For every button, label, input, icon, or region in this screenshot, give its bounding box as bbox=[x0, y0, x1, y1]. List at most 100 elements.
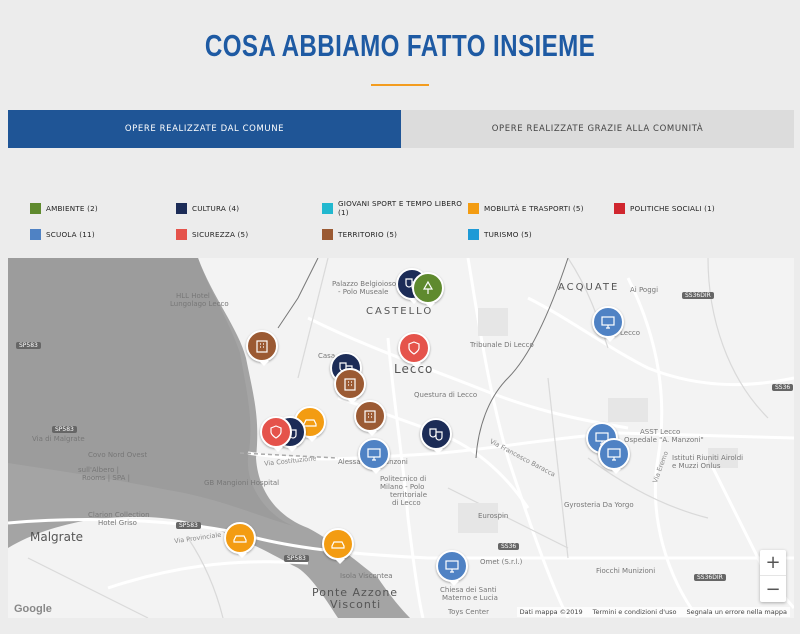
road-shield-sp583: SP583 bbox=[16, 342, 41, 349]
shield-icon bbox=[408, 341, 420, 355]
map-marker-mobilita[interactable] bbox=[224, 522, 256, 558]
map-attribution: Dati mappa ©2019 Termini e condizioni d'… bbox=[516, 607, 790, 617]
map-marker-scuola[interactable] bbox=[592, 306, 624, 342]
map-marker-scuola[interactable] bbox=[598, 438, 630, 474]
map-label-gb-mangioni: GB Mangioni Hospital bbox=[204, 479, 280, 487]
map-label-gyrosteria: Gyrosteria Da Yorgo bbox=[564, 501, 634, 509]
monitor-icon bbox=[367, 448, 381, 461]
map-marker-scuola[interactable] bbox=[436, 550, 468, 586]
road-shield-sp583-2: SP583 bbox=[52, 426, 77, 433]
map-marker-territorio[interactable] bbox=[246, 330, 278, 366]
map-label-di-lecco: di Lecco bbox=[392, 499, 421, 507]
map-label-ospedale: Ospedale "A. Manzoni" bbox=[624, 436, 704, 444]
map-label-questura: Questura di Lecco bbox=[414, 391, 478, 399]
map-marker-cultura[interactable] bbox=[420, 418, 452, 454]
legend-swatch bbox=[322, 202, 333, 214]
map-marker-territorio[interactable] bbox=[334, 368, 366, 404]
map-label-covo: Covo Nord Ovest bbox=[88, 451, 148, 459]
monitor-icon bbox=[607, 448, 621, 461]
zoom-in-button[interactable]: + bbox=[760, 550, 786, 576]
map-marker-mobilita[interactable] bbox=[322, 528, 354, 564]
map-label-rooms: Rooms | SPA | bbox=[82, 474, 130, 482]
map-label-lecco-small: Lecco bbox=[620, 329, 641, 337]
legend-swatch bbox=[322, 228, 333, 240]
map-marker-territorio[interactable] bbox=[354, 400, 386, 436]
map-label-isola: Isola Viscontea bbox=[340, 572, 393, 580]
legend-swatch bbox=[468, 228, 479, 240]
legend-territorio[interactable]: TERRITORIO (5) bbox=[322, 228, 468, 240]
map[interactable]: CASTELLO ACQUATE Lecco Malgrate Ponte Az… bbox=[8, 258, 794, 618]
map-label-poggi: Ai Poggi bbox=[630, 286, 659, 294]
map-label-lungolago: Lungolago Lecco bbox=[170, 300, 229, 308]
map-label-polo-museale: - Polo Museale bbox=[338, 288, 389, 296]
map-label-tribunale: Tribunale Di Lecco bbox=[470, 341, 534, 349]
road-shield-sp583-3: SP583 bbox=[176, 522, 201, 529]
map-label-eurospin: Eurospin bbox=[478, 512, 509, 520]
map-label-visconti: Visconti bbox=[330, 598, 382, 611]
zoom-out-button[interactable]: − bbox=[760, 576, 786, 602]
map-label-toys: Toys Center bbox=[448, 608, 489, 616]
legend-swatch bbox=[30, 228, 41, 240]
building-icon bbox=[364, 410, 376, 423]
map-label-palazzo: Palazzo Belgioioso bbox=[332, 280, 397, 288]
google-logo: Google bbox=[14, 603, 52, 615]
legend-giovani[interactable]: GIOVANI SPORT E TEMPO LIBERO (1) bbox=[322, 199, 468, 217]
map-label-chiesa: Chiesa dei Santi bbox=[440, 586, 497, 594]
map-label-omet: Omet (S.r.l.) bbox=[480, 558, 523, 566]
legend-swatch bbox=[614, 202, 625, 214]
map-label-fiocchi: Fiocchi Munizioni bbox=[596, 567, 656, 575]
legend-scuola[interactable]: SCUOLA (11) bbox=[30, 228, 176, 240]
map-label-muzzi: e Muzzi Onlus bbox=[672, 462, 721, 470]
map-label-hll-hotel: HLL Hotel bbox=[176, 292, 210, 300]
tab-opere-comune[interactable]: OPERE REALIZZATE DAL COMUNE bbox=[8, 110, 401, 148]
map-label-castello: CASTELLO bbox=[366, 306, 434, 317]
page-title: COSA ABBIAMO FATTO INSIEME bbox=[204, 28, 596, 63]
legend-swatch bbox=[468, 202, 479, 214]
map-label-asst: ASST Lecco bbox=[640, 428, 681, 436]
building-icon bbox=[256, 340, 268, 353]
legend-mobilita[interactable]: MOBILITÀ E TRASPORTI (5) bbox=[468, 202, 614, 214]
map-label-acquate: ACQUATE bbox=[558, 282, 620, 293]
legend-politiche-sociali[interactable]: POLITICHE SOCIALI (1) bbox=[614, 202, 760, 214]
road-shield-sp583-4: SP583 bbox=[284, 555, 309, 562]
building-icon bbox=[344, 378, 356, 391]
tab-bar: OPERE REALIZZATE DAL COMUNE OPERE REALIZ… bbox=[8, 110, 794, 148]
map-marker-sicurezza[interactable] bbox=[398, 332, 430, 368]
theater-masks-icon bbox=[429, 428, 443, 441]
road-shield-ss36: SS36 bbox=[498, 543, 520, 550]
map-label-territoriale: territoriale bbox=[390, 491, 428, 499]
legend-swatch bbox=[176, 228, 187, 240]
legend-swatch bbox=[30, 202, 41, 214]
legend-cultura[interactable]: CULTURA (4) bbox=[176, 202, 322, 214]
map-marker-sicurezza[interactable] bbox=[260, 416, 292, 452]
map-label-via-malgrate: Via di Malgrate bbox=[32, 435, 85, 443]
title-underline bbox=[371, 84, 429, 86]
map-label-politecnico: Politecnico di bbox=[380, 475, 427, 483]
road-shield-ss36-2: SS36 bbox=[772, 384, 794, 391]
road-shield-ss36dir: SS36DIR bbox=[682, 292, 714, 299]
map-label-hotel: Hotel Griso bbox=[98, 519, 137, 527]
legend-swatch bbox=[176, 202, 187, 214]
map-marker-ambiente[interactable] bbox=[412, 272, 444, 308]
road-shield-ss36dir-2: SS36DIR bbox=[694, 574, 726, 581]
page: COSA ABBIAMO FATTO INSIEME OPERE REALIZZ… bbox=[0, 0, 800, 634]
map-label-materno: Materno e Lucia bbox=[442, 594, 498, 602]
attribution-terms-link[interactable]: Termini e condizioni d'uso bbox=[593, 608, 677, 616]
car-icon bbox=[233, 535, 247, 543]
legend-ambiente[interactable]: AMBIENTE (2) bbox=[30, 202, 176, 214]
attribution-report-link[interactable]: Segnala un errore nella mappa bbox=[686, 608, 787, 616]
map-label-milano-polo: Milano - Polo bbox=[380, 483, 425, 491]
map-label-albero: sull'Albero | bbox=[78, 466, 119, 474]
zoom-control: + − bbox=[760, 550, 786, 602]
monitor-icon bbox=[601, 316, 615, 329]
tree-icon bbox=[422, 280, 434, 294]
shield-icon bbox=[270, 425, 282, 439]
legend-turismo[interactable]: TURISMO (5) bbox=[468, 228, 614, 240]
map-label-malgrate: Malgrate bbox=[30, 530, 84, 544]
legend-sicurezza[interactable]: SICUREZZA (5) bbox=[176, 228, 322, 240]
map-label-istituti: Istituti Riuniti Airoldi bbox=[672, 454, 744, 462]
tab-opere-comunita[interactable]: OPERE REALIZZATE GRAZIE ALLA COMUNITÀ bbox=[401, 110, 794, 148]
category-legend: AMBIENTE (2) CULTURA (4) GIOVANI SPORT E… bbox=[30, 199, 790, 254]
map-marker-scuola[interactable] bbox=[358, 438, 390, 474]
attribution-data: Dati mappa ©2019 bbox=[519, 608, 583, 616]
